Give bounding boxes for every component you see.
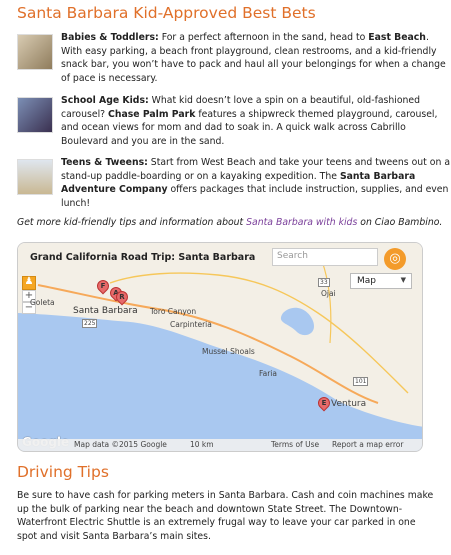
map-pin-f[interactable]: F	[94, 277, 112, 295]
zoom-controls: ♟ + −	[22, 276, 36, 314]
place-label: Goleta	[30, 298, 55, 307]
thumbnail-image[interactable]	[17, 34, 53, 70]
entry-title: Teens & Tweens:	[61, 157, 148, 168]
map-title: Grand California Road Trip: Santa Barbar…	[30, 252, 256, 263]
place-name: East Beach	[368, 32, 426, 43]
entry-teens: Teens & Tweens: Start from West Beach an…	[17, 156, 451, 216]
map-footer: Map data ©2015 Google 10 km Terms of Use…	[18, 439, 422, 451]
map-scale: 10 km	[190, 440, 214, 449]
map-logo-icon[interactable]: ◎	[384, 248, 406, 270]
map-search-input[interactable]: Search	[272, 248, 378, 266]
map-type-dropdown[interactable]: Map ▼	[350, 273, 412, 289]
entry-school-age: School Age Kids: What kid doesn’t love a…	[17, 94, 451, 154]
santa-barbara-with-kids-link[interactable]: Santa Barbara with kids	[246, 217, 357, 228]
road-badge: 33	[318, 278, 330, 287]
chevron-down-icon: ▼	[400, 276, 406, 284]
more-tips: Get more kid-friendly tips and informati…	[17, 217, 443, 228]
thumbnail-image[interactable]	[17, 97, 53, 133]
place-label: Ventura	[331, 399, 367, 409]
map-data-credit: Map data ©2015 Google	[74, 440, 167, 449]
pegman-icon[interactable]: ♟	[22, 276, 36, 290]
place-label: Carpinteria	[170, 320, 212, 329]
place-label: Santa Barbara	[73, 306, 138, 316]
map-pin-e[interactable]: E	[315, 394, 333, 412]
terms-link[interactable]: Terms of Use	[271, 440, 319, 449]
road-badge: 101	[353, 377, 369, 386]
entry-title: School Age Kids:	[61, 95, 149, 106]
report-map-error-link[interactable]: Report a map error	[332, 440, 403, 449]
place-label: Toro Canyon	[150, 307, 197, 316]
place-label: Ojai	[321, 289, 336, 298]
page-title: Santa Barbara Kid-Approved Best Bets	[17, 4, 316, 22]
entry-babies: Babies & Toddlers: For a perfect afterno…	[17, 31, 451, 91]
place-label: Mussel Shoals	[202, 347, 255, 356]
map-pin-r[interactable]: R	[113, 288, 131, 306]
section-heading-driving: Driving Tips	[17, 463, 109, 481]
thumbnail-image[interactable]	[17, 159, 53, 195]
place-label: Faria	[259, 369, 277, 378]
place-name: Chase Palm Park	[108, 108, 196, 120]
driving-tips-text: Be sure to have cash for parking meters …	[17, 490, 434, 542]
road-badge: 225	[82, 319, 98, 328]
embedded-map[interactable]: Grand California Road Trip: Santa Barbar…	[17, 242, 423, 452]
entry-title: Babies & Toddlers:	[61, 32, 159, 43]
